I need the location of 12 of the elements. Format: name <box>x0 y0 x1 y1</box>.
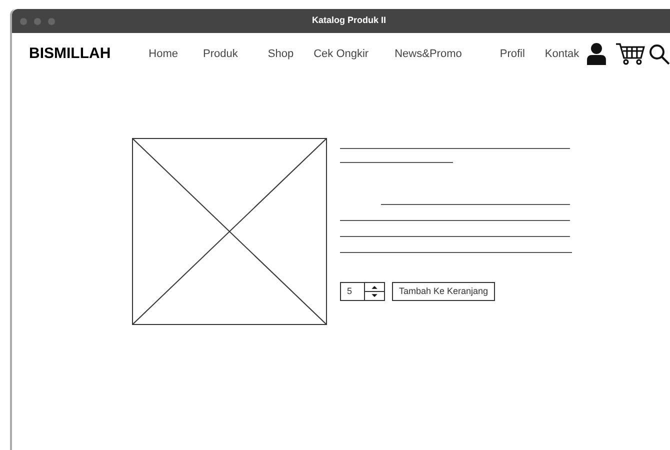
nav-link[interactable]: Cek Ongkir <box>314 46 369 62</box>
window-title: Katalog Produk II <box>312 14 386 28</box>
nav-link[interactable]: Shop <box>268 46 294 62</box>
nav-link[interactable]: Home <box>148 46 178 62</box>
nav-link[interactable]: Kontak <box>544 46 580 62</box>
brand-logo[interactable]: BISMILLAH <box>29 42 111 66</box>
add-to-cart-button[interactable]: Tambah Ke Keranjang <box>392 282 496 301</box>
quantity-stepper[interactable]: 5 <box>340 282 385 301</box>
nav-link[interactable]: Profil <box>500 46 525 62</box>
nav-link[interactable]: News&Promo <box>394 46 462 62</box>
quantity-value: 5 <box>346 285 354 298</box>
nav-link[interactable]: Produk <box>203 46 238 62</box>
